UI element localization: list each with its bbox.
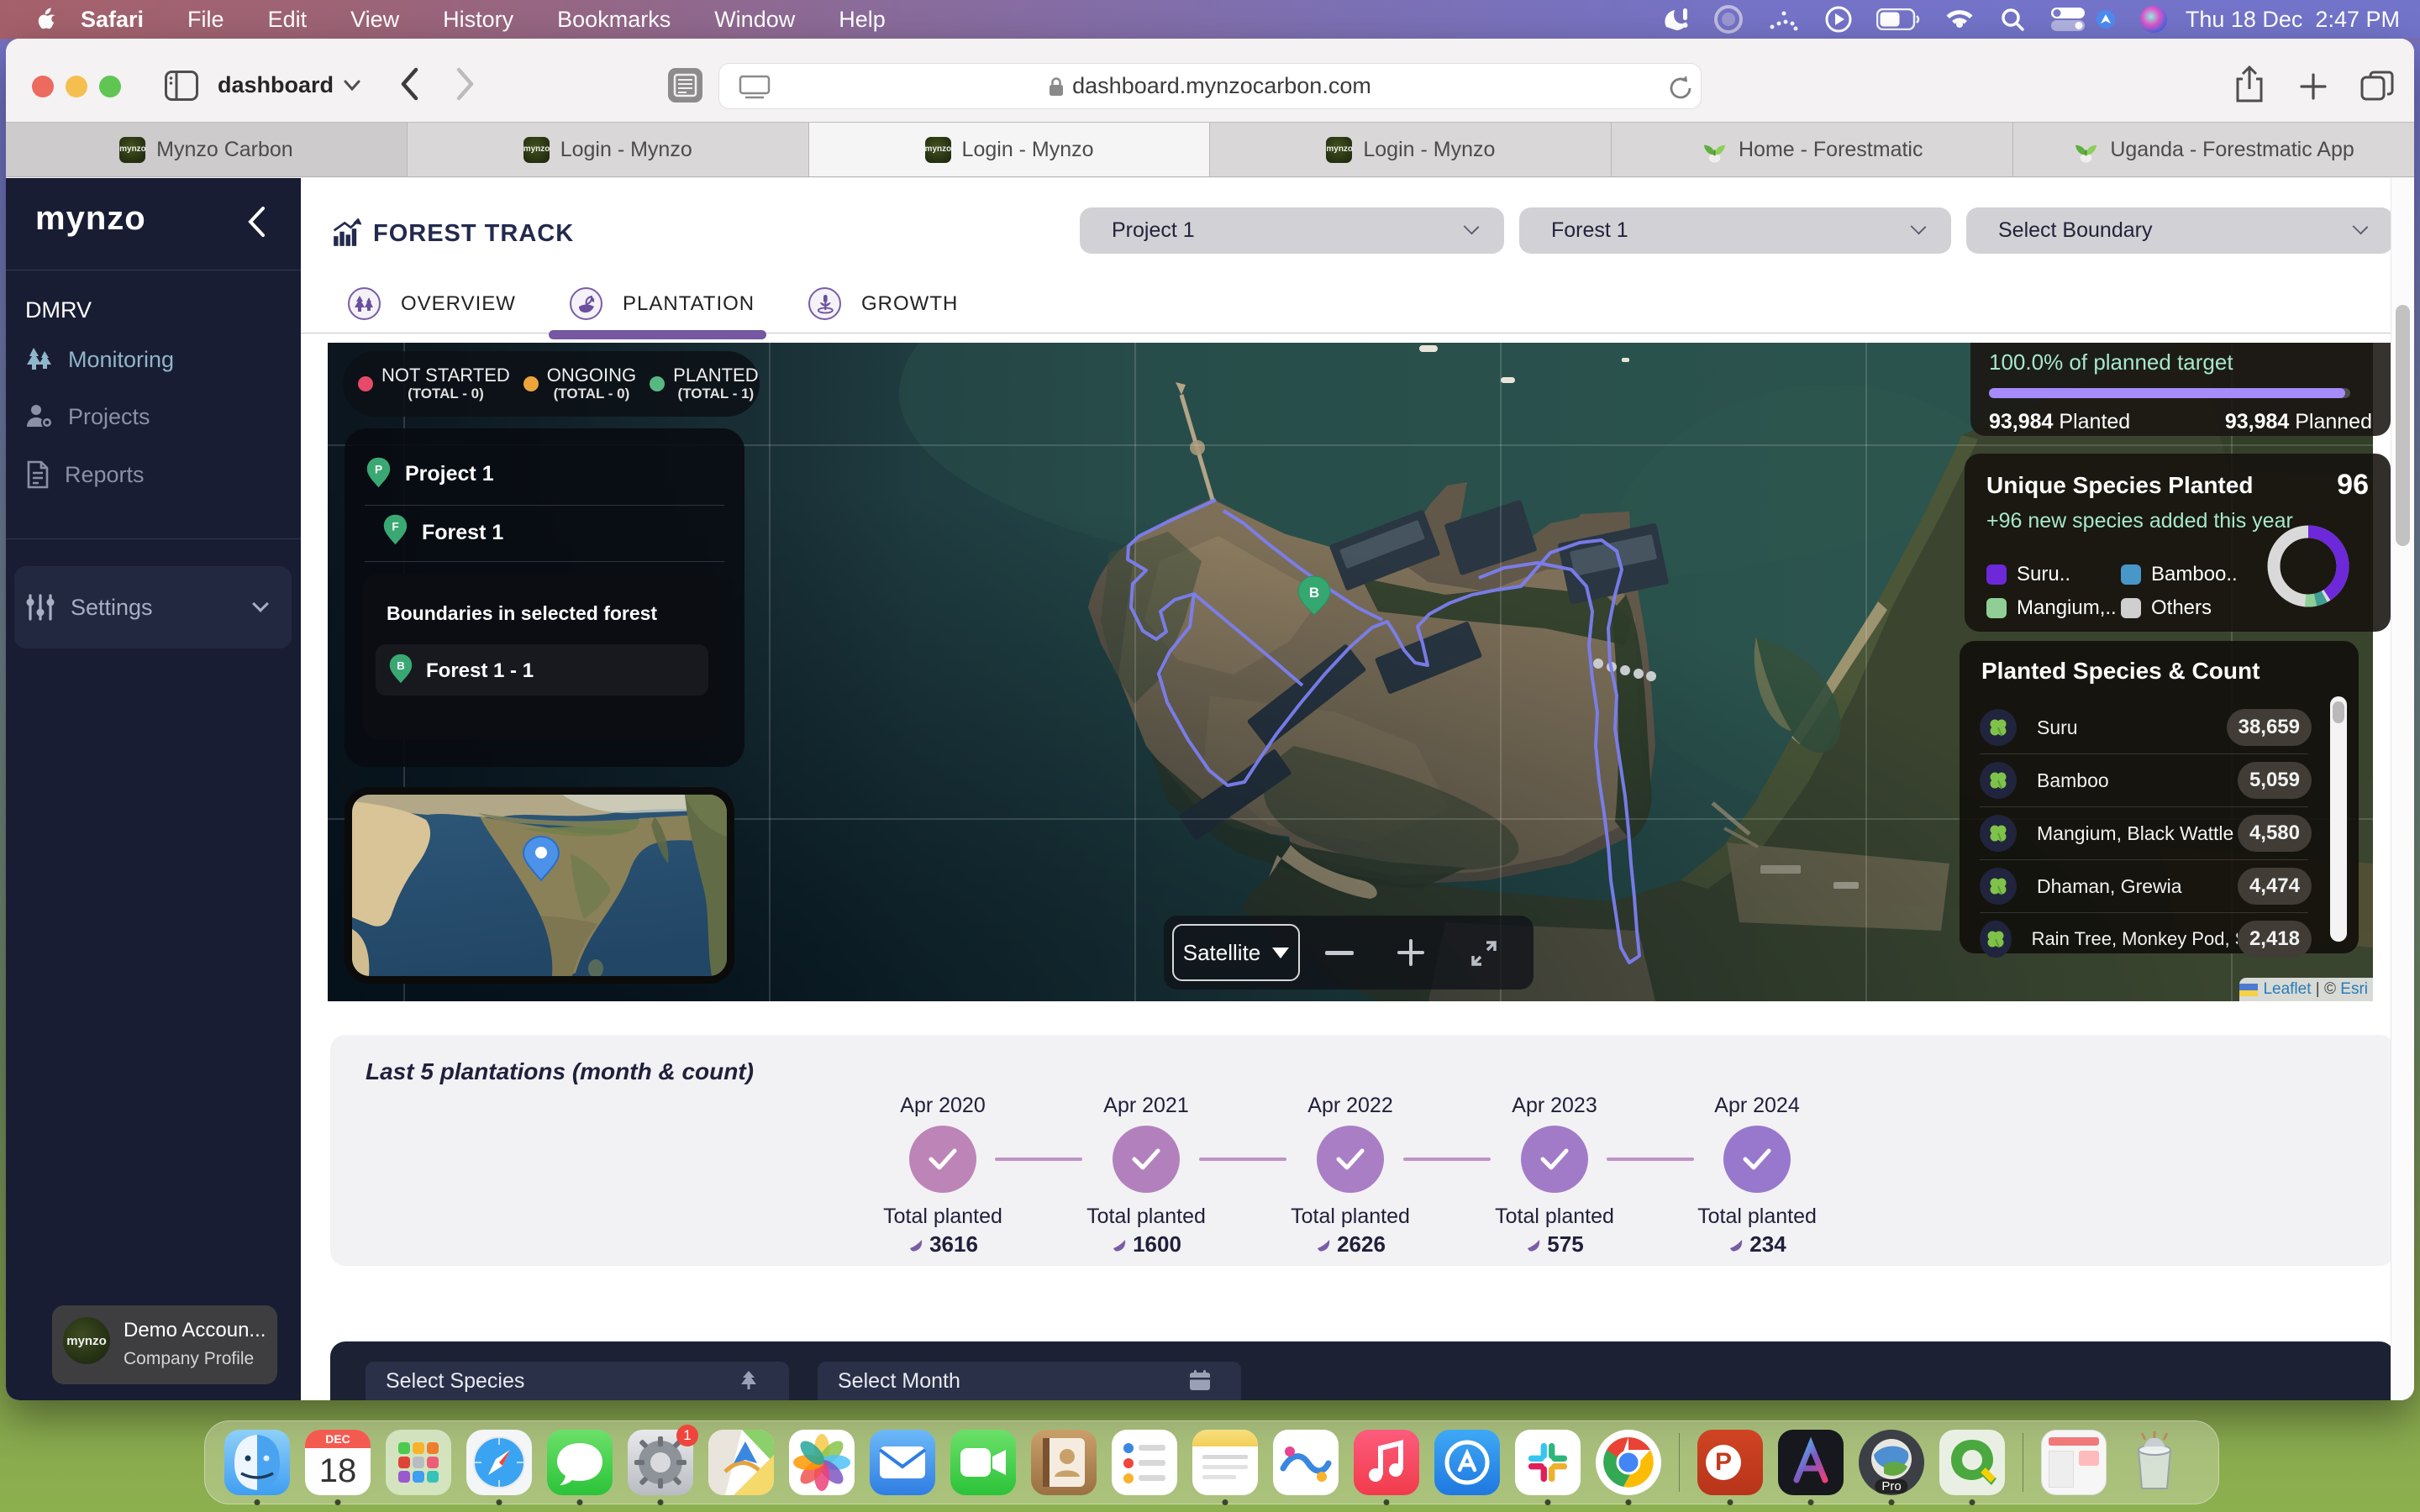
svg-text:B: B (1309, 585, 1319, 601)
svg-text:F: F (392, 520, 398, 533)
svg-text:B: B (397, 659, 405, 672)
svg-text:P: P (375, 463, 382, 475)
